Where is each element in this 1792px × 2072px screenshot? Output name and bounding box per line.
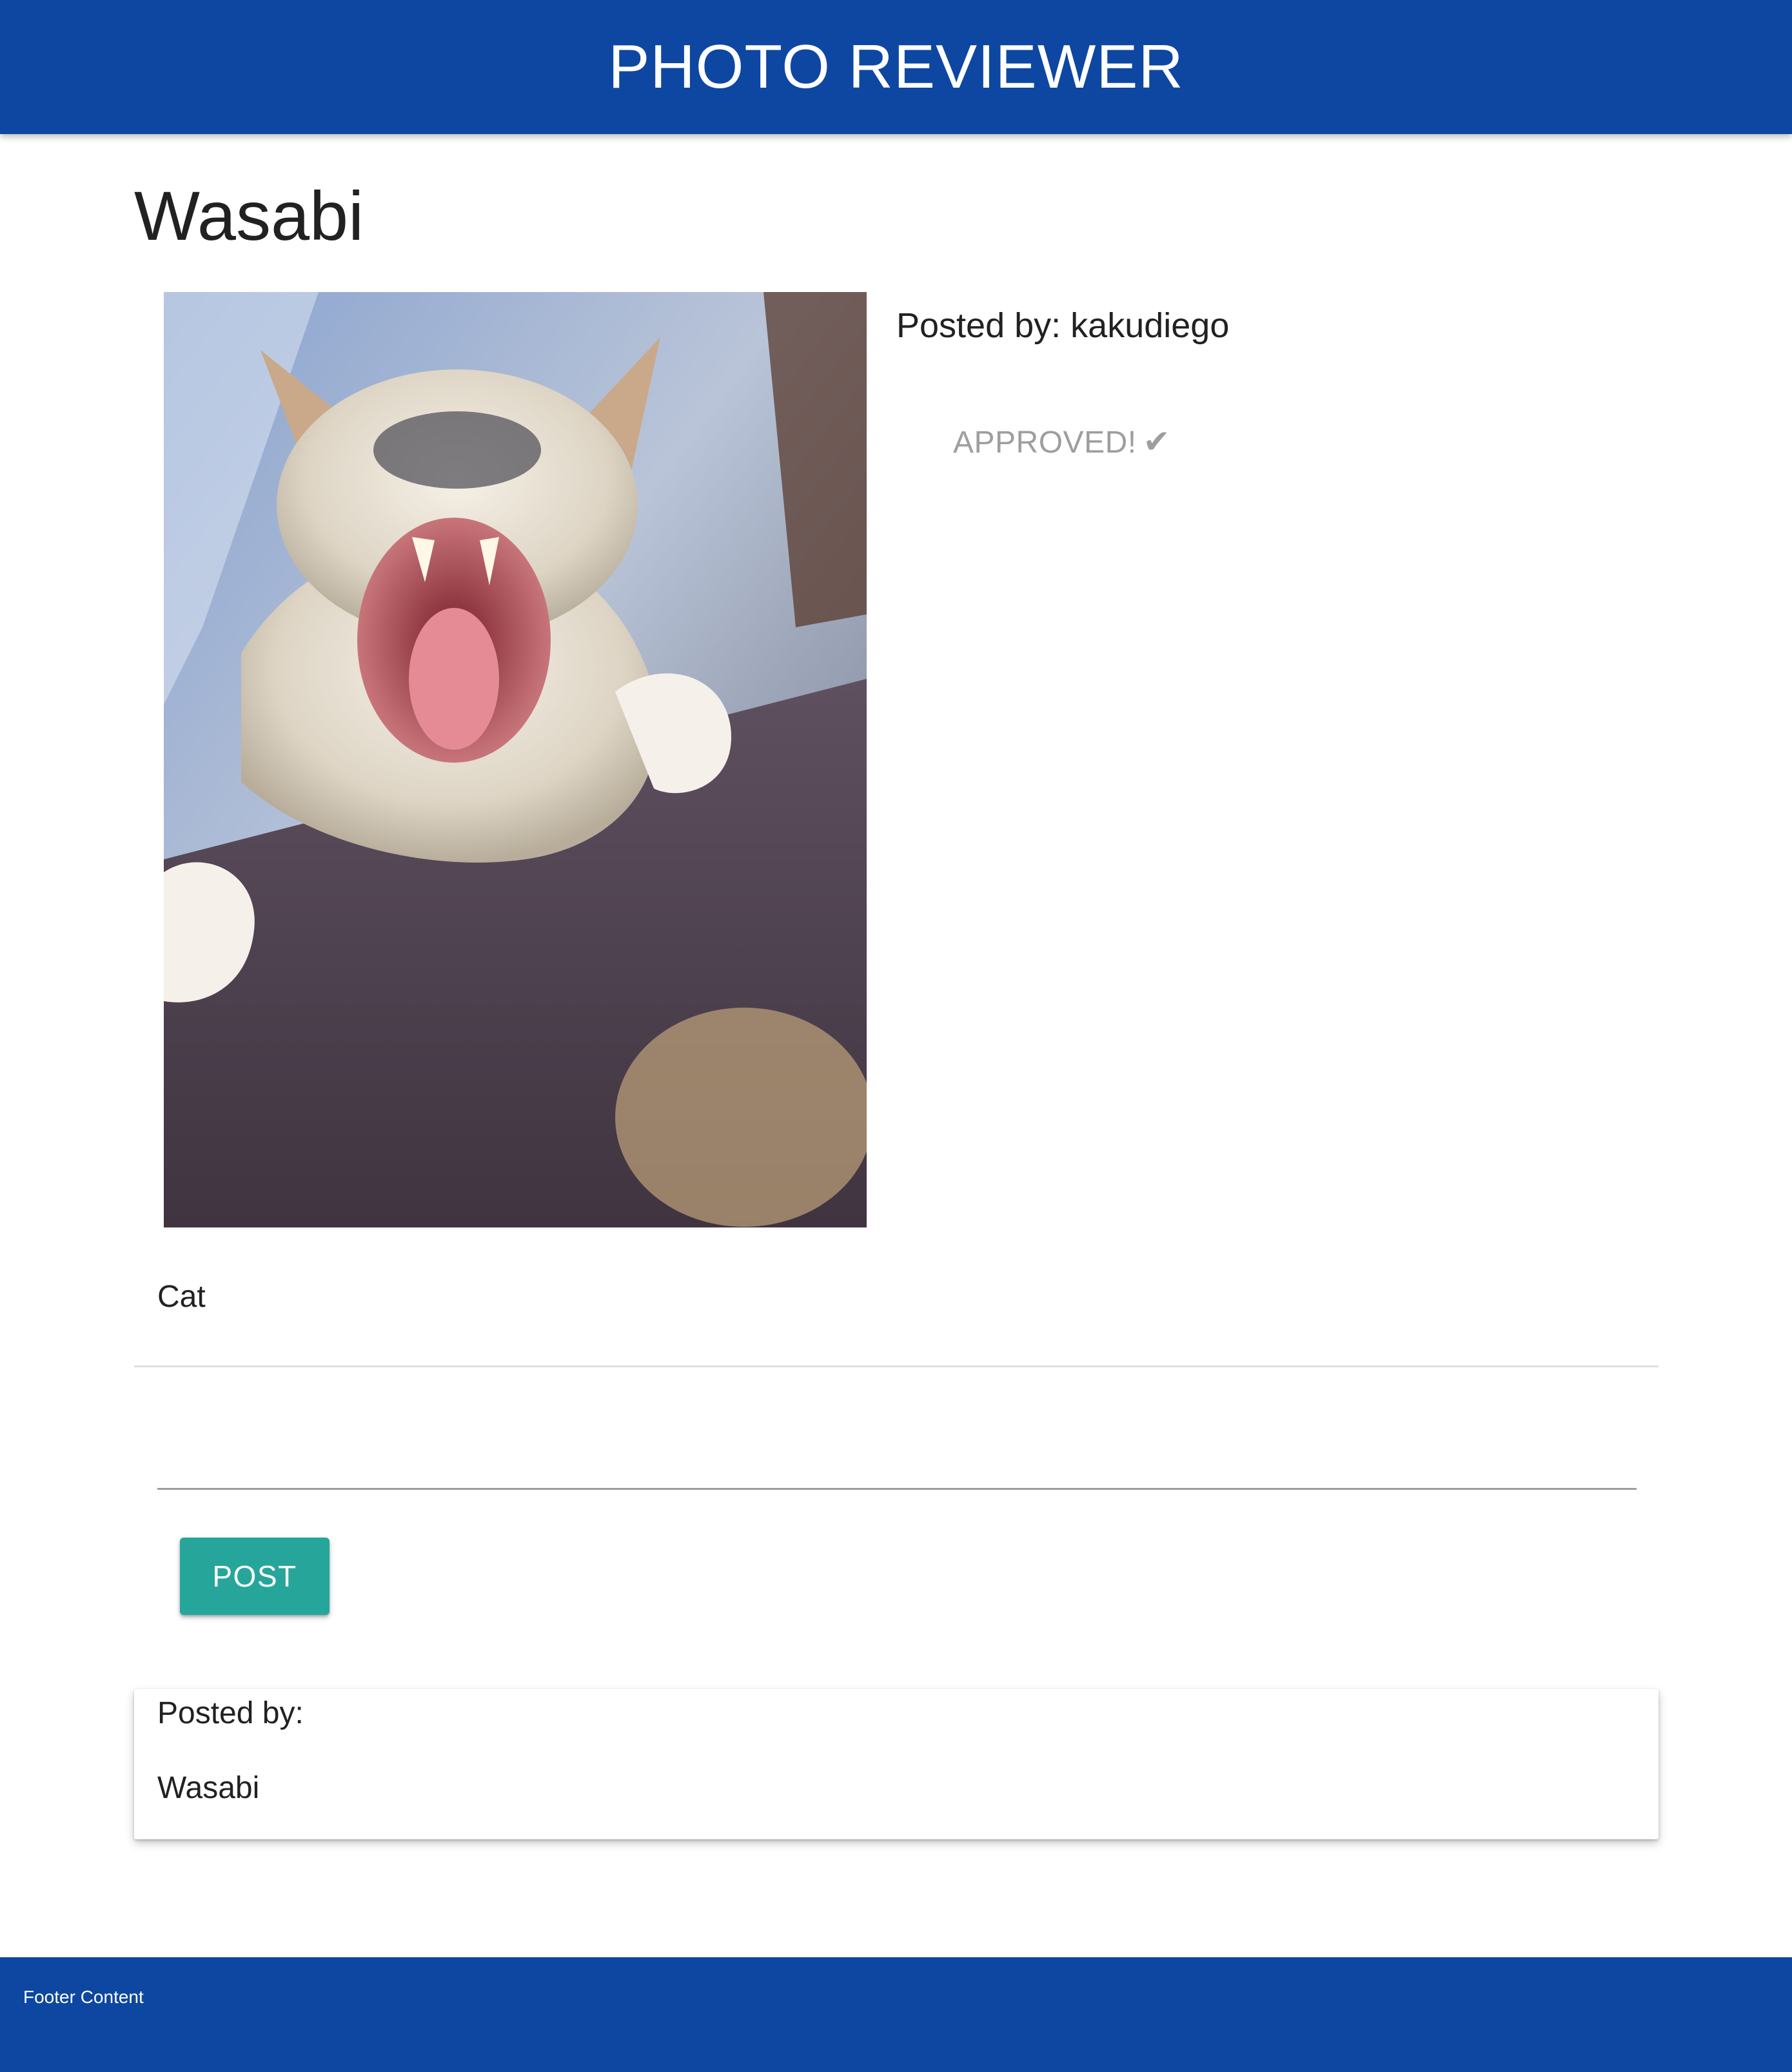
section-divider	[134, 1365, 1659, 1367]
post-button[interactable]: POST	[180, 1538, 330, 1615]
check-icon: ✔	[1143, 424, 1170, 460]
app-footer: Footer Content	[0, 1957, 1792, 2072]
posted-by-label: Posted by:	[896, 306, 1061, 345]
photo-posted-by: Posted by: kakudiego	[896, 306, 1229, 346]
app-title: PHOTO REVIEWER	[608, 32, 1184, 101]
cat-photo	[164, 292, 867, 1227]
comment-text: Wasabi	[157, 1771, 260, 1805]
app-header: PHOTO REVIEWER	[0, 0, 1792, 134]
footer-text: Footer Content	[23, 1987, 144, 2007]
comment-author-label: Posted by:	[157, 1696, 304, 1730]
comment-input[interactable]	[157, 1425, 1637, 1490]
posted-by-username: kakudiego	[1070, 306, 1230, 345]
photo-caption: Cat	[157, 1280, 206, 1314]
approval-status: APPROVED! ✔	[953, 423, 1170, 460]
comment-card: Posted by: Wasabi	[134, 1689, 1659, 1839]
photo-title: Wasabi	[134, 177, 364, 255]
status-text: APPROVED!	[953, 425, 1137, 460]
